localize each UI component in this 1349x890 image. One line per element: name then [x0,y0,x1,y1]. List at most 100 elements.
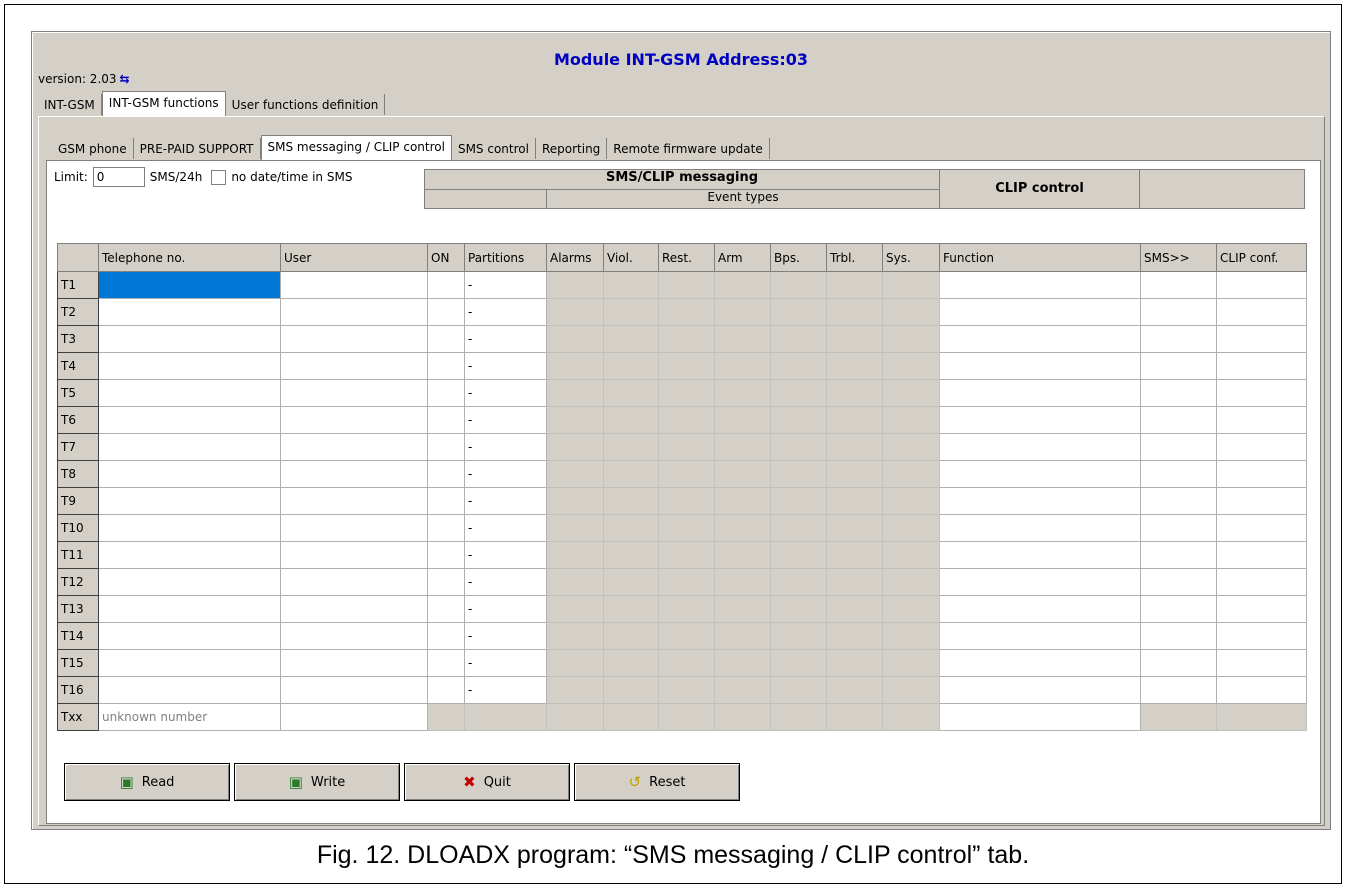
event-type-cell[interactable] [546,541,604,569]
event-type-cell[interactable] [714,622,771,650]
event-type-cell[interactable] [603,406,659,434]
on-cell[interactable] [427,271,465,299]
event-type-cell[interactable] [826,352,883,380]
event-type-cell[interactable] [546,568,604,596]
event-type-cell[interactable] [658,622,715,650]
function-cell[interactable] [939,271,1141,299]
event-type-cell[interactable] [882,595,940,623]
event-type-cell[interactable] [826,676,883,704]
event-type-cell[interactable] [714,703,771,731]
partitions-cell[interactable]: - [464,487,547,515]
col-alarms[interactable]: Alarms [546,243,604,272]
event-type-cell[interactable] [658,514,715,542]
user-cell[interactable] [280,325,428,353]
event-type-cell[interactable] [603,460,659,488]
function-cell[interactable] [939,379,1141,407]
event-type-cell[interactable] [770,298,827,326]
sms-forward-cell[interactable] [1140,460,1217,488]
col-trbl[interactable]: Trbl. [826,243,883,272]
event-type-cell[interactable] [770,352,827,380]
event-type-cell[interactable] [546,433,604,461]
telephone-cell[interactable] [98,487,281,515]
col-bps[interactable]: Bps. [770,243,827,272]
event-type-cell[interactable] [882,433,940,461]
col-user[interactable]: User [280,243,428,272]
partitions-cell[interactable]: - [464,622,547,650]
function-cell[interactable] [939,676,1141,704]
on-cell[interactable] [427,649,465,677]
sms-forward-cell[interactable] [1140,541,1217,569]
clip-conf-cell[interactable] [1216,406,1307,434]
event-type-cell[interactable] [546,406,604,434]
function-cell[interactable] [939,460,1141,488]
event-type-cell[interactable] [882,406,940,434]
clip-conf-cell[interactable] [1216,433,1307,461]
event-type-cell[interactable] [826,271,883,299]
event-type-cell[interactable] [714,487,771,515]
tab-reporting[interactable]: Reporting [536,138,608,159]
clip-conf-cell[interactable] [1216,325,1307,353]
on-cell[interactable] [427,325,465,353]
user-cell[interactable] [280,703,428,731]
partitions-cell[interactable]: - [464,325,547,353]
user-cell[interactable] [280,352,428,380]
col-rest[interactable]: Rest. [658,243,715,272]
event-type-cell[interactable] [658,703,715,731]
user-cell[interactable] [280,460,428,488]
tab-int-gsm-functions[interactable]: INT-GSM functions [101,91,226,117]
clip-conf-cell[interactable] [1216,676,1307,704]
event-type-cell[interactable] [714,271,771,299]
event-type-cell[interactable] [770,406,827,434]
reset-button[interactable]: ↺ Reset [574,763,740,801]
quit-button[interactable]: ✖ Quit [404,763,570,801]
clip-conf-cell[interactable] [1216,595,1307,623]
partitions-cell[interactable]: - [464,298,547,326]
on-cell[interactable] [427,460,465,488]
function-cell[interactable] [939,541,1141,569]
event-type-cell[interactable] [826,298,883,326]
sms-forward-cell[interactable] [1140,595,1217,623]
event-type-cell[interactable] [882,460,940,488]
event-type-cell[interactable] [658,541,715,569]
tab-pre-paid-support[interactable]: PRE-PAID SUPPORT [134,138,261,159]
event-type-cell[interactable] [714,352,771,380]
partitions-cell[interactable] [464,703,547,731]
telephone-cell[interactable] [98,595,281,623]
event-type-cell[interactable] [658,298,715,326]
sms-forward-cell[interactable] [1140,676,1217,704]
clip-conf-cell[interactable] [1216,352,1307,380]
function-cell[interactable] [939,514,1141,542]
event-type-cell[interactable] [882,379,940,407]
clip-conf-cell[interactable] [1216,649,1307,677]
partitions-cell[interactable]: - [464,271,547,299]
user-cell[interactable] [280,622,428,650]
event-type-cell[interactable] [603,703,659,731]
telephone-cell[interactable] [98,379,281,407]
event-type-cell[interactable] [770,622,827,650]
limit-input[interactable] [92,167,145,187]
event-type-cell[interactable] [770,379,827,407]
event-type-cell[interactable] [826,379,883,407]
event-type-cell[interactable] [882,487,940,515]
tab-sms-control[interactable]: SMS control [452,138,536,159]
clip-conf-cell[interactable] [1216,460,1307,488]
on-cell[interactable] [427,676,465,704]
telephone-cell[interactable] [98,649,281,677]
col-on[interactable]: ON [427,243,465,272]
event-type-cell[interactable] [714,595,771,623]
event-type-cell[interactable] [546,514,604,542]
sms-forward-cell[interactable] [1140,514,1217,542]
partitions-cell[interactable]: - [464,568,547,596]
sms-forward-cell[interactable] [1140,352,1217,380]
write-button[interactable]: ▣ Write [234,763,400,801]
on-cell[interactable] [427,352,465,380]
event-type-cell[interactable] [546,460,604,488]
col-telephone[interactable]: Telephone no. [98,243,281,272]
event-type-cell[interactable] [770,460,827,488]
event-type-cell[interactable] [714,298,771,326]
event-type-cell[interactable] [882,541,940,569]
event-type-cell[interactable] [770,595,827,623]
event-type-cell[interactable] [770,271,827,299]
telephone-cell[interactable] [98,325,281,353]
on-cell[interactable] [427,703,465,731]
